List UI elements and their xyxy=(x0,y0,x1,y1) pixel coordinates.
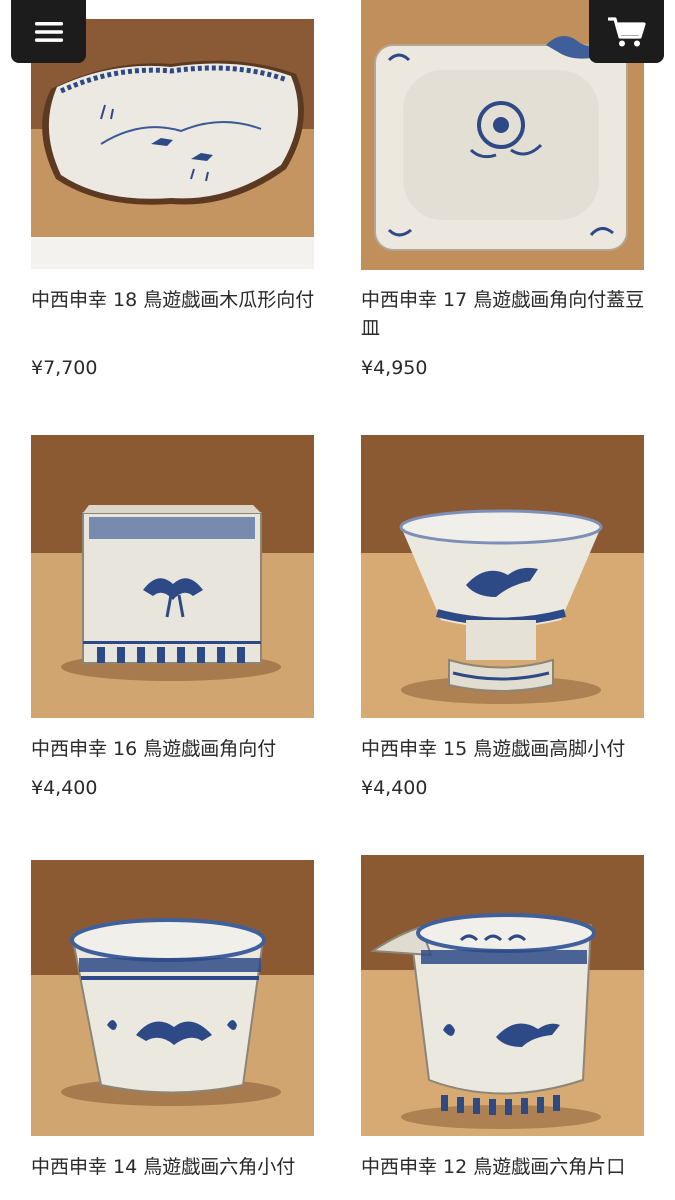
product-title[interactable]: 中西申幸 12 鳥遊戯画六角片口 xyxy=(361,1153,651,1181)
hamburger-menu-icon xyxy=(34,21,63,42)
product-image[interactable] xyxy=(31,860,314,1136)
product-title[interactable]: 中西申幸 15 鳥遊戯画高脚小付 xyxy=(361,735,651,763)
product-title[interactable]: 中西申幸 17 鳥遊戯画角向付蓋豆皿 xyxy=(361,286,651,342)
product-image[interactable] xyxy=(361,855,644,1136)
product-price: ¥4,400 xyxy=(31,777,98,799)
product-title[interactable]: 中西申幸 14 鳥遊戯画六角小付 xyxy=(31,1153,321,1181)
product-price: ¥7,700 xyxy=(31,357,98,379)
product-image[interactable] xyxy=(31,435,314,718)
product-title[interactable]: 中西申幸 16 鳥遊戯画角向付 xyxy=(31,735,321,763)
product-image[interactable] xyxy=(361,435,644,718)
shopping-cart-icon xyxy=(607,16,646,46)
product-price: ¥4,400 xyxy=(361,777,428,799)
product-grid: 中西申幸 18 鳥遊戯画木瓜形向付 ¥7,700 中西申幸 17 鳥遊戯画角向付… xyxy=(0,0,675,1200)
product-price: ¥4,950 xyxy=(361,357,428,379)
product-title[interactable]: 中西申幸 18 鳥遊戯画木瓜形向付 xyxy=(31,286,321,314)
menu-button[interactable] xyxy=(11,0,86,63)
cart-button[interactable] xyxy=(589,0,664,63)
